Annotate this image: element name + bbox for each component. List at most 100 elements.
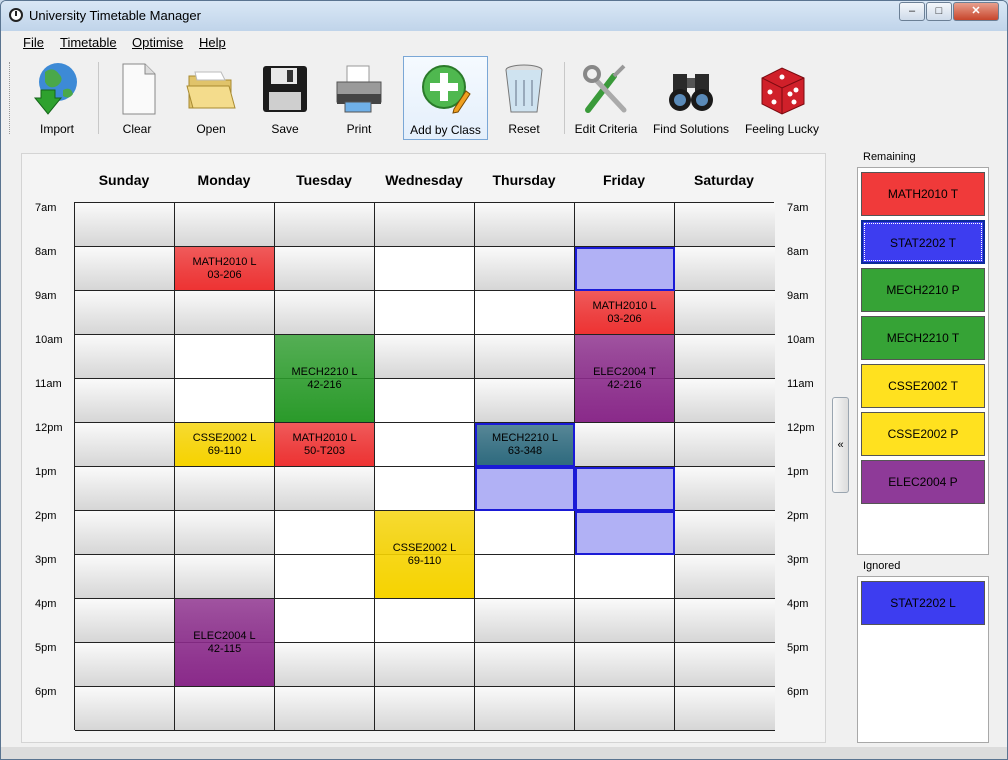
timeslot-cell[interactable]	[575, 555, 675, 599]
timeslot-cell[interactable]	[275, 555, 375, 599]
timeslot-cell[interactable]	[475, 379, 575, 423]
timeslot-cell[interactable]	[75, 203, 175, 247]
class-block[interactable]: CSSE2002 L 69-110	[175, 423, 275, 467]
selected-slot[interactable]	[475, 467, 575, 511]
timeslot-cell[interactable]	[175, 203, 275, 247]
timeslot-cell[interactable]	[175, 379, 275, 423]
timeslot-cell[interactable]	[75, 511, 175, 555]
timeslot-cell[interactable]	[675, 555, 775, 599]
unscheduled-class-item[interactable]: STAT2202 T	[861, 220, 985, 264]
unscheduled-class-item[interactable]: STAT2202 L	[861, 581, 985, 625]
timeslot-cell[interactable]	[475, 555, 575, 599]
timeslot-cell[interactable]	[475, 687, 575, 731]
timeslot-cell[interactable]	[675, 643, 775, 687]
timeslot-cell[interactable]	[75, 379, 175, 423]
class-block[interactable]: ELEC2004 T 42-216	[575, 335, 675, 423]
toolbar-grip[interactable]	[9, 62, 13, 134]
timeslot-cell[interactable]	[475, 247, 575, 291]
selected-slot[interactable]	[575, 467, 675, 511]
timeslot-cell[interactable]	[575, 687, 675, 731]
ignored-list[interactable]: STAT2202 L	[857, 576, 989, 743]
menu-help[interactable]: Help	[199, 35, 226, 50]
timeslot-cell[interactable]	[75, 247, 175, 291]
timeslot-cell[interactable]	[475, 291, 575, 335]
timeslot-cell[interactable]	[275, 643, 375, 687]
timeslot-cell[interactable]	[275, 247, 375, 291]
timeslot-cell[interactable]	[575, 643, 675, 687]
unscheduled-class-item[interactable]: CSSE2002 P	[861, 412, 985, 456]
timeslot-cell[interactable]	[375, 687, 475, 731]
timeslot-cell[interactable]	[75, 335, 175, 379]
timeslot-cell[interactable]	[475, 511, 575, 555]
timeslot-cell[interactable]	[675, 511, 775, 555]
timeslot-cell[interactable]	[575, 203, 675, 247]
timeslot-cell[interactable]	[275, 511, 375, 555]
class-block[interactable]: MECH2210 L 42-216	[275, 335, 375, 423]
timeslot-cell[interactable]	[675, 599, 775, 643]
unscheduled-class-item[interactable]: MATH2010 T	[861, 172, 985, 216]
timeslot-cell[interactable]	[175, 291, 275, 335]
add-by-class-button[interactable]: Add by Class	[403, 56, 488, 140]
close-button[interactable]: ✕	[953, 2, 999, 21]
clear-button[interactable]: Clear	[105, 56, 169, 140]
unscheduled-class-item[interactable]: MECH2210 T	[861, 316, 985, 360]
timeslot-cell[interactable]	[275, 203, 375, 247]
class-block[interactable]: ELEC2004 L 42-115	[175, 599, 275, 687]
timeslot-cell[interactable]	[575, 423, 675, 467]
class-block[interactable]: MECH2210 L 63-348	[475, 423, 575, 467]
feeling-lucky-button[interactable]: Feeling Lucky	[743, 56, 821, 140]
timeslot-cell[interactable]	[475, 335, 575, 379]
class-block[interactable]: MATH2010 L 50-T203	[275, 423, 375, 467]
timeslot-cell[interactable]	[375, 423, 475, 467]
timeslot-cell[interactable]	[675, 687, 775, 731]
timeslot-cell[interactable]	[175, 511, 275, 555]
timeslot-cell[interactable]	[675, 467, 775, 511]
timeslot-cell[interactable]	[175, 687, 275, 731]
timeslot-cell[interactable]	[575, 599, 675, 643]
unscheduled-class-item[interactable]: MECH2210 P	[861, 268, 985, 312]
timeslot-cell[interactable]	[75, 599, 175, 643]
timeslot-cell[interactable]	[75, 687, 175, 731]
timeslot-cell[interactable]	[175, 555, 275, 599]
save-button[interactable]: Save	[253, 56, 317, 140]
minimize-button[interactable]: –	[899, 2, 925, 21]
selected-slot[interactable]	[575, 247, 675, 291]
timeslot-cell[interactable]	[375, 247, 475, 291]
maximize-button[interactable]: □	[926, 2, 952, 21]
timeslot-cell[interactable]	[675, 423, 775, 467]
timeslot-cell[interactable]	[375, 643, 475, 687]
timeslot-cell[interactable]	[475, 643, 575, 687]
timeslot-cell[interactable]	[375, 379, 475, 423]
import-button[interactable]: Import	[25, 56, 89, 140]
timeslot-cell[interactable]	[675, 335, 775, 379]
timeslot-cell[interactable]	[275, 599, 375, 643]
timeslot-cell[interactable]	[675, 379, 775, 423]
remaining-list[interactable]: MATH2010 T STAT2202 T MECH2210 P MECH2210 T…	[857, 167, 989, 555]
timeslot-cell[interactable]	[75, 555, 175, 599]
timeslot-cell[interactable]	[375, 599, 475, 643]
open-button[interactable]: Open	[177, 56, 245, 140]
timeslot-cell[interactable]	[75, 643, 175, 687]
timeslot-cell[interactable]	[375, 467, 475, 511]
timeslot-cell[interactable]	[675, 203, 775, 247]
selected-slot[interactable]	[575, 511, 675, 555]
class-block[interactable]: CSSE2002 L 69-110	[375, 511, 475, 599]
reset-button[interactable]: Reset	[495, 56, 553, 140]
menu-file[interactable]: File	[23, 35, 44, 50]
timeslot-cell[interactable]	[675, 291, 775, 335]
timeslot-cell[interactable]	[75, 291, 175, 335]
timeslot-cell[interactable]	[75, 467, 175, 511]
timeslot-cell[interactable]	[475, 599, 575, 643]
timeslot-cell[interactable]	[375, 291, 475, 335]
find-solutions-button[interactable]: Find Solutions	[649, 56, 733, 140]
timeslot-cell[interactable]	[275, 291, 375, 335]
timeslot-cell[interactable]	[275, 467, 375, 511]
timeslot-cell[interactable]	[375, 203, 475, 247]
timeslot-cell[interactable]	[675, 247, 775, 291]
menu-timetable[interactable]: Timetable	[60, 35, 117, 50]
class-block[interactable]: MATH2010 L 03-206	[175, 247, 275, 291]
print-button[interactable]: Print	[327, 56, 391, 140]
timeslot-cell[interactable]	[275, 687, 375, 731]
timeslot-cell[interactable]	[375, 335, 475, 379]
menu-optimise[interactable]: Optimise	[132, 35, 183, 50]
